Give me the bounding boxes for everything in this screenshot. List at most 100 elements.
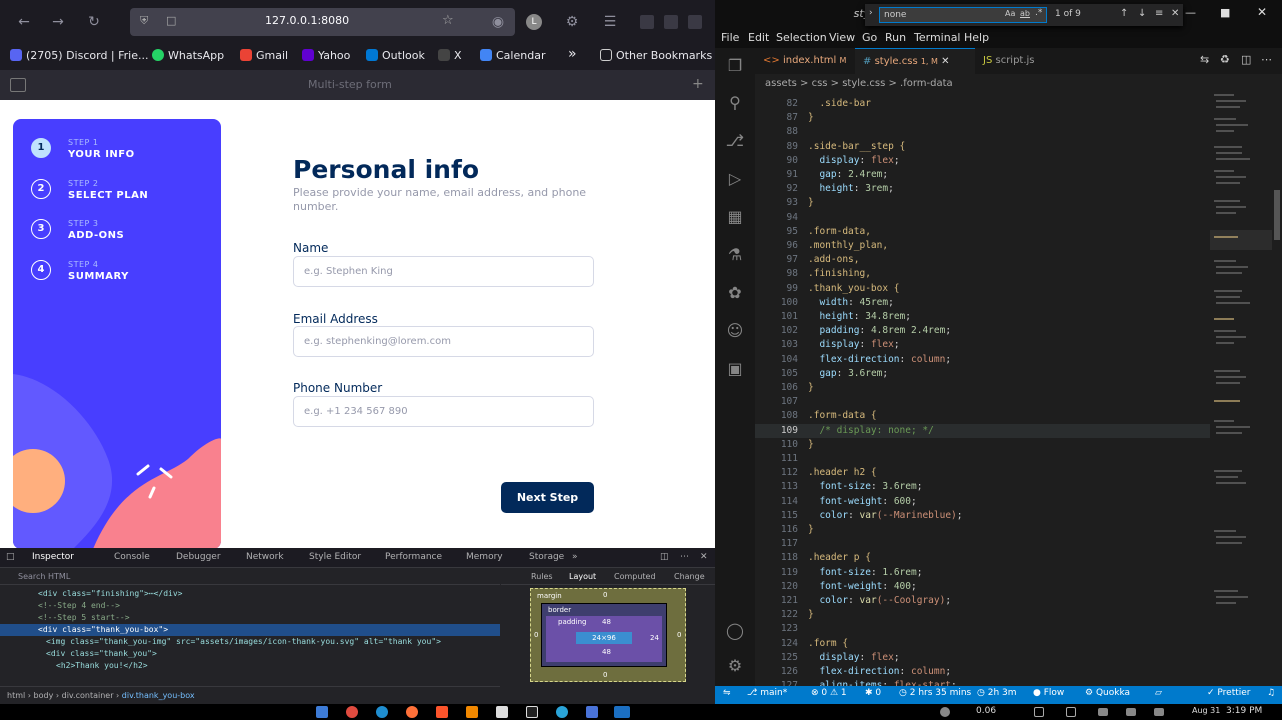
- bluetooth-icon[interactable]: [1154, 708, 1164, 716]
- tab-storage[interactable]: Storage: [529, 552, 564, 562]
- close-devtools-icon[interactable]: ✕: [700, 552, 708, 562]
- volume-icon[interactable]: [940, 707, 950, 717]
- breadcrumb-item[interactable]: div.container: [62, 691, 114, 700]
- scrollbar-thumb[interactable]: [1274, 190, 1280, 240]
- code-line[interactable]: 123: [755, 622, 1210, 636]
- bookmark-item[interactable]: X: [438, 49, 462, 62]
- code-line[interactable]: 112 .header h2 {: [755, 466, 1210, 480]
- tab-inspector[interactable]: Inspector: [32, 552, 74, 562]
- close-tab-icon[interactable]: ✕: [941, 56, 949, 67]
- code-line[interactable]: 95 .form-data,: [755, 225, 1210, 239]
- code-line[interactable]: 114 font-weight: 600;: [755, 495, 1210, 509]
- screenshot-icon[interactable]: [1034, 707, 1044, 717]
- html-node[interactable]: <img class="thank_you-img" src="assets/i…: [0, 636, 500, 648]
- menu-help[interactable]: Help: [964, 31, 989, 44]
- code-line[interactable]: 118 .header p {: [755, 551, 1210, 565]
- bookmark-item[interactable]: Gmail: [240, 49, 288, 62]
- flow-indicator[interactable]: ● Flow: [1033, 688, 1064, 698]
- minimize-icon[interactable]: —: [1185, 6, 1196, 19]
- breadcrumb-item[interactable]: html: [7, 691, 25, 700]
- compare-icon[interactable]: ⇆: [1200, 53, 1209, 66]
- ports-indicator[interactable]: ✱ 0: [865, 688, 881, 698]
- code-line[interactable]: 116}: [755, 523, 1210, 537]
- breadcrumb-item[interactable]: body: [34, 691, 54, 700]
- code-line[interactable]: 99 .thank_you-box {: [755, 282, 1210, 296]
- menu-terminal[interactable]: Terminal: [914, 31, 961, 44]
- code-line[interactable]: 103 display: flex;: [755, 338, 1210, 352]
- menu-icon[interactable]: ☰: [600, 12, 620, 32]
- pick-element-icon[interactable]: □: [6, 552, 15, 562]
- tab-network[interactable]: Network: [246, 552, 284, 562]
- code-line[interactable]: 117: [755, 537, 1210, 551]
- tab-index-html[interactable]: <> index.html M: [755, 48, 855, 74]
- testing-icon[interactable]: ⚗: [725, 245, 745, 265]
- code-line[interactable]: 101 height: 34.8rem;: [755, 310, 1210, 324]
- branch-indicator[interactable]: ⎇ main*: [747, 688, 787, 698]
- account-icon[interactable]: ◯: [725, 621, 745, 641]
- toggle-replace-icon[interactable]: ›: [869, 8, 873, 18]
- code-line[interactable]: 109 /* display: none; */: [755, 423, 1210, 438]
- margin-bottom-value[interactable]: 0: [603, 671, 607, 679]
- paw-icon[interactable]: ✿: [725, 283, 745, 303]
- remote-icon[interactable]: ⇋: [723, 688, 731, 698]
- code-line[interactable]: 124 .form {: [755, 637, 1210, 651]
- extensions-icon[interactable]: ⚙: [562, 12, 582, 32]
- run-debug-icon[interactable]: ▷: [725, 169, 745, 189]
- wifi-icon[interactable]: [1126, 708, 1136, 716]
- reload-icon[interactable]: ↻: [84, 12, 104, 32]
- prettier-indicator[interactable]: ✓ Prettier: [1207, 688, 1251, 698]
- tab-style-css[interactable]: # style.css 1, M ✕: [855, 48, 975, 74]
- padding-top-value[interactable]: 48: [602, 618, 611, 626]
- code-line[interactable]: 115 color: var(--Marineblue);: [755, 509, 1210, 523]
- next-step-button[interactable]: Next Step: [501, 482, 594, 513]
- source-control-icon[interactable]: ⎇: [725, 131, 745, 151]
- back-icon[interactable]: ←: [14, 12, 34, 32]
- maximize-icon[interactable]: ■: [1220, 6, 1230, 19]
- code-line[interactable]: 98 .finishing,: [755, 267, 1210, 281]
- tab-console[interactable]: Console: [114, 552, 150, 562]
- vlc-icon[interactable]: [466, 706, 478, 718]
- more-tabs-icon[interactable]: »: [572, 552, 578, 562]
- code-line[interactable]: 90 display: flex;: [755, 154, 1210, 168]
- code-line[interactable]: 104 flex-direction: column;: [755, 353, 1210, 367]
- code-line[interactable]: 93}: [755, 196, 1210, 210]
- remote-explorer-icon[interactable]: ▣: [725, 359, 745, 379]
- editor-scrollbar[interactable]: [1272, 90, 1282, 688]
- code-line[interactable]: 121 color: var(--Coolgray);: [755, 594, 1210, 608]
- bookmark-item[interactable]: Outlook: [366, 49, 425, 62]
- problems-indicator[interactable]: ⊗ 0 ⚠ 1: [811, 688, 847, 698]
- email-input[interactable]: e.g. stephenking@lorem.com: [293, 326, 594, 357]
- terminal-icon[interactable]: [496, 706, 508, 718]
- match-case-icon[interactable]: Aa: [1005, 9, 1015, 18]
- menu-edit[interactable]: Edit: [748, 31, 769, 44]
- new-tab-icon[interactable]: +: [692, 76, 704, 92]
- code-line[interactable]: 82 .side-bar: [755, 97, 1210, 111]
- code-line[interactable]: 102 padding: 4.8rem 2.4rem;: [755, 324, 1210, 338]
- whole-word-icon[interactable]: ab: [1020, 9, 1030, 18]
- minimap[interactable]: [1210, 90, 1272, 688]
- html-node[interactable]: <!--Step 5 start-->: [0, 612, 500, 624]
- notification-icon[interactable]: ▱: [1155, 688, 1162, 698]
- explorer-icon[interactable]: ❐: [725, 56, 745, 76]
- settings-gear-icon[interactable]: ⚙: [725, 656, 745, 676]
- options-icon[interactable]: ⋯: [680, 552, 689, 562]
- code-line[interactable]: 100 width: 45rem;: [755, 296, 1210, 310]
- maximize-button[interactable]: [664, 15, 678, 29]
- telegram-icon[interactable]: [556, 706, 568, 718]
- tab-changes[interactable]: Change: [674, 572, 705, 581]
- code-line[interactable]: 120 font-weight: 400;: [755, 580, 1210, 594]
- quokka-indicator[interactable]: ⚙ Quokka: [1085, 688, 1130, 698]
- other-bookmarks[interactable]: Other Bookmarks: [600, 49, 712, 62]
- html-node[interactable]: <div class="thank_you">: [0, 648, 500, 660]
- code-line[interactable]: 125 display: flex;: [755, 651, 1210, 665]
- code-line[interactable]: 97 .add-ons,: [755, 253, 1210, 267]
- code-line[interactable]: 105 gap: 3.6rem;: [755, 367, 1210, 381]
- html-node[interactable]: <!--Step 4 end-->: [0, 600, 500, 612]
- menu-file[interactable]: File: [721, 31, 739, 44]
- find-in-selection-icon[interactable]: ≡: [1155, 8, 1163, 19]
- chrome-icon[interactable]: [346, 706, 358, 718]
- code-line[interactable]: 89 .side-bar__step {: [755, 140, 1210, 154]
- edge-icon[interactable]: [376, 706, 388, 718]
- search-icon[interactable]: ⚲: [725, 93, 745, 113]
- code-line[interactable]: 122}: [755, 608, 1210, 622]
